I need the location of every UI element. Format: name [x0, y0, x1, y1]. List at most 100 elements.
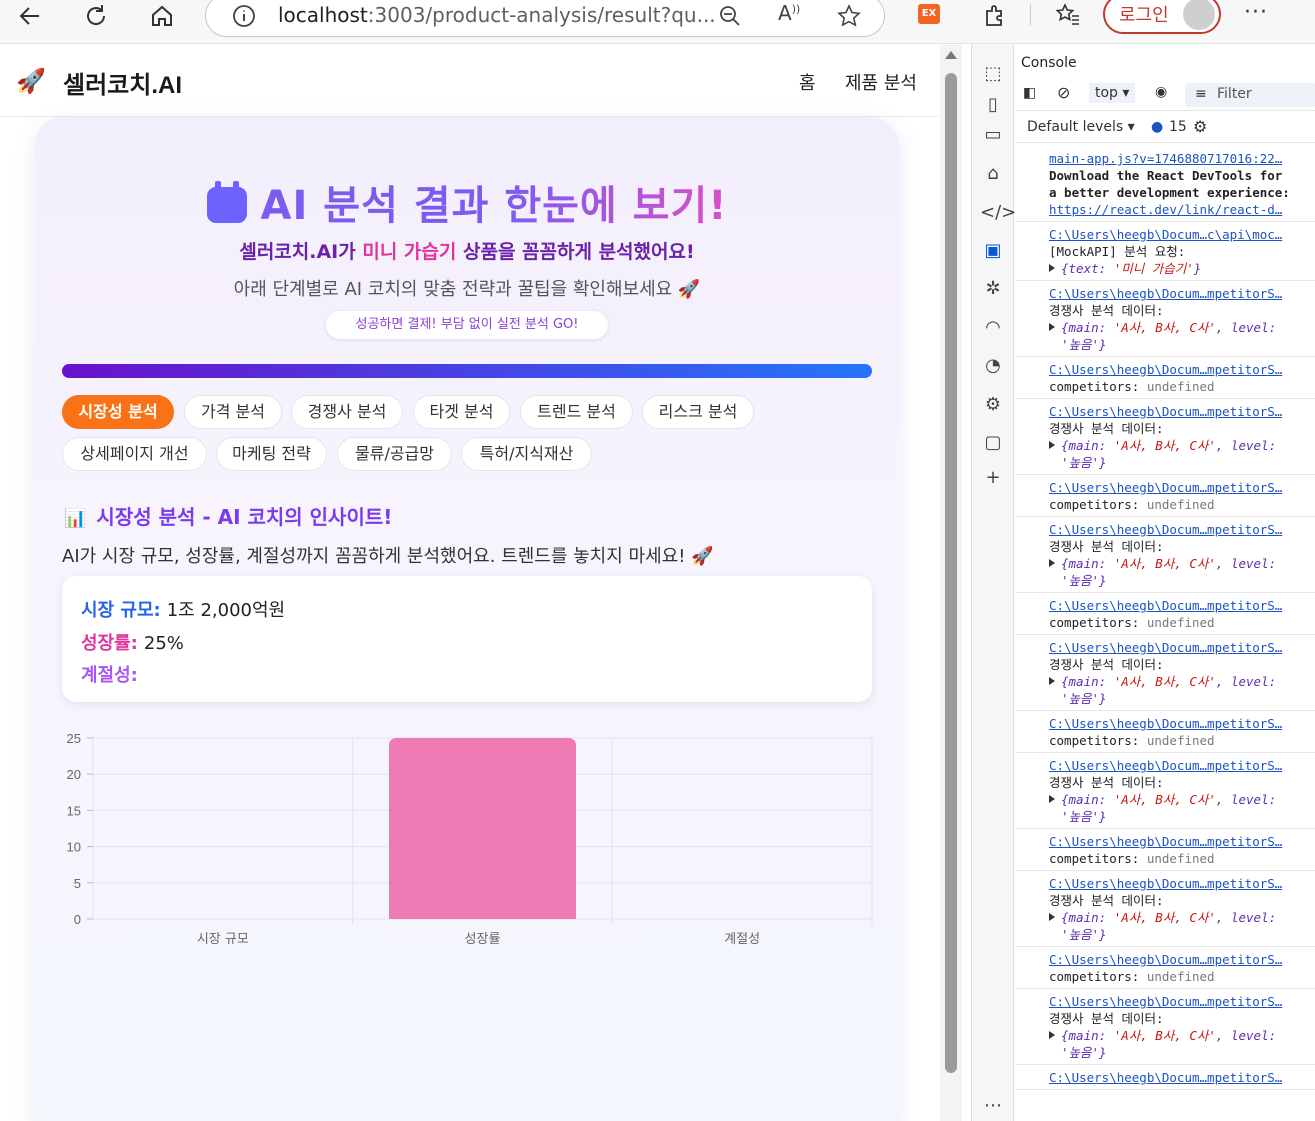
section-title: 📊 시장성 분석 - AI 코치의 인사이트! — [64, 505, 393, 529]
more-menu-icon[interactable]: ··· — [1244, 0, 1268, 25]
nav-home[interactable]: 홈 — [799, 69, 816, 95]
back-button[interactable] — [12, 0, 48, 32]
console-title[interactable]: Console — [1021, 55, 1077, 71]
tab-marketing[interactable]: 마케팅 전략 — [216, 437, 327, 471]
log-source-link[interactable]: C:\Users\heegb\Docum…mpetitorS… — [1049, 521, 1294, 538]
tab-market[interactable]: 시장성 분석 — [62, 395, 174, 429]
performance-gauge-icon[interactable]: ◔ — [980, 353, 1006, 379]
log-source-link[interactable]: C:\Users\heegb\Docum…mpetitorS… — [1049, 951, 1294, 968]
log-object-expander[interactable]: {main: 'A사, B사, C사', level: '높음'} — [1049, 909, 1294, 943]
browser-toolbar: localhost:3003/product-analysis/result?q… — [0, 0, 1315, 44]
log-source-link[interactable]: C:\Users\heegb\Docum…mpetitorS… — [1049, 285, 1294, 302]
home-button[interactable] — [144, 0, 180, 32]
log-source-link[interactable]: C:\Users\heegb\Docum…mpetitorS… — [1049, 403, 1294, 420]
extension-ex-icon[interactable]: EX — [918, 4, 940, 24]
market-info-box: 시장 규모: 1조 2,000억원 성장률: 25% 계절성: — [62, 576, 872, 702]
log-source-link[interactable]: C:\Users\heegb\Docum…mpetitorS… — [1049, 639, 1294, 656]
tab-risk[interactable]: 리스크 분석 — [642, 395, 754, 429]
tab-trend[interactable]: 트렌드 분석 — [520, 395, 633, 429]
add-panel-icon[interactable]: + — [980, 465, 1006, 491]
log-object-expander[interactable]: {text: '미니 가습기'} — [1049, 260, 1294, 277]
sources-code-icon[interactable]: </> — [980, 200, 1016, 226]
log-source-link[interactable]: C:\Users\heegb\Docum…mpetitorS… — [1049, 715, 1294, 732]
clear-console-icon[interactable]: ⊘ — [1057, 83, 1070, 102]
sidebar-toggle-icon[interactable]: ◧ — [1023, 85, 1036, 101]
log-source-link[interactable]: C:\Users\heegb\Docum…mpetitorS… — [1049, 757, 1294, 774]
log-source-link[interactable]: C:\Users\heegb\Docum…mpetitorS… — [1049, 479, 1294, 496]
read-aloud-icon[interactable]: A)) — [778, 1, 800, 25]
console-settings-icon[interactable]: ⚙ — [1193, 117, 1207, 136]
robot-icon — [206, 181, 247, 223]
scroll-up-arrow-icon[interactable] — [945, 51, 957, 59]
extensions-puzzle-icon[interactable] — [982, 2, 1008, 28]
log-object-expander[interactable]: {main: 'A사, B사, C사', level: '높음'} — [1049, 555, 1294, 589]
context-select[interactable]: top ▾ — [1089, 83, 1136, 103]
tab-patent[interactable]: 특허/지식재산 — [461, 437, 592, 471]
log-source-link[interactable]: C:\Users\heegb\Docum…c\api\moc… — [1049, 226, 1294, 243]
login-profile-button[interactable]: 로그인 — [1103, 0, 1221, 34]
filter-input[interactable]: ≡ Filter — [1185, 83, 1315, 107]
page-scrollbar[interactable] — [940, 45, 962, 1121]
console-log-entry: C:\Users\heegb\Docum…mpetitorS… 경쟁사 분석 데이… — [1015, 753, 1315, 829]
devtools-rail: ⬚ ▯ ▭ ⌂ </> ▣ ✲ ◠ ◔ ⚙ ▢ + ⋯ — [972, 45, 1016, 1121]
network-wifi-icon[interactable]: ◠ — [980, 315, 1006, 341]
progress-bar — [62, 364, 872, 378]
application-window-icon[interactable]: ▢ — [980, 430, 1006, 456]
log-link[interactable]: https://react.dev/link/react-d… — [1049, 201, 1294, 218]
tab-price[interactable]: 가격 분석 — [184, 395, 282, 429]
tab-logistics[interactable]: 물류/공급망 — [337, 437, 452, 471]
favorites-list-icon[interactable] — [1055, 2, 1081, 28]
more-tools-icon[interactable]: ⋯ — [980, 1093, 1006, 1119]
log-source-link[interactable]: C:\Users\heegb\Docum…mpetitorS… — [1049, 1069, 1294, 1086]
rocket-logo-icon: 🚀 — [16, 67, 46, 95]
brand-name[interactable]: 셀러코치.AI — [63, 65, 182, 100]
welcome-home-icon[interactable]: ⌂ — [980, 161, 1006, 187]
tab-competitor[interactable]: 경쟁사 분석 — [291, 395, 403, 429]
console-log-entry: C:\Users\heegb\Docum…mpetitorS… — [1015, 1065, 1315, 1090]
devtools-panel: ⬚ ▯ ▭ ⌂ </> ▣ ✲ ◠ ◔ ⚙ ▢ + ⋯ Console ◧ ⊘ … — [971, 45, 1315, 1121]
levels-select[interactable]: Default levels ▾ — [1027, 119, 1135, 135]
scroll-thumb[interactable] — [945, 73, 957, 1073]
hero-description: 아래 단계별로 AI 코치의 맞춤 전략과 꿀팁을 확인해보세요 🚀 — [233, 279, 701, 300]
reload-button[interactable] — [78, 0, 114, 32]
debug-bug-icon[interactable]: ✲ — [980, 276, 1006, 302]
log-undefined-value: undefined — [1146, 969, 1215, 984]
log-object-expander[interactable]: {main: 'A사, B사, C사', level: '높음'} — [1049, 319, 1294, 353]
log-object-expander[interactable]: {main: 'A사, B사, C사', level: '높음'} — [1049, 437, 1294, 471]
nav-product-analysis[interactable]: 제품 분석 — [845, 69, 917, 95]
chart-ytick-label: 25 — [67, 731, 81, 746]
elements-panel-icon[interactable]: ▭ — [980, 122, 1006, 148]
tab-target[interactable]: 타겟 분석 — [413, 395, 510, 429]
settings-gear-icon[interactable]: ⚙ — [980, 392, 1006, 418]
live-expression-eye-icon[interactable]: ◉ — [1155, 84, 1167, 100]
log-source-link[interactable]: main-app.js?v=1746880717016:22… — [1049, 150, 1294, 167]
hero-title: AI 분석 결과 한눈에 보기! — [35, 173, 899, 231]
tab-detail-page[interactable]: 상세페이지 개선 — [62, 437, 207, 471]
console-log-entry: C:\Users\heegb\Docum…mpetitorS… competito… — [1015, 947, 1315, 989]
url-text: localhost:3003/product-analysis/result?q… — [278, 3, 716, 27]
log-message: 경쟁사 분석 데이터: — [1049, 539, 1164, 554]
zoom-out-icon[interactable] — [718, 4, 742, 28]
address-bar[interactable]: localhost:3003/product-analysis/result?q… — [205, 0, 885, 37]
log-object-expander[interactable]: {main: 'A사, B사, C사', level: '높음'} — [1049, 791, 1294, 825]
log-object-expander[interactable]: {main: 'A사, B사, C사', level: '높음'} — [1049, 1027, 1294, 1061]
favorite-star-icon[interactable] — [836, 3, 862, 29]
log-source-link[interactable]: C:\Users\heegb\Docum…mpetitorS… — [1049, 597, 1294, 614]
issues-count[interactable]: 15 — [1169, 119, 1187, 135]
log-source-link[interactable]: C:\Users\heegb\Docum…mpetitorS… — [1049, 361, 1294, 378]
log-message: competitors: — [1049, 379, 1140, 394]
log-object-expander[interactable]: {main: 'A사, B사, C사', level: '높음'} — [1049, 673, 1294, 707]
log-source-link[interactable]: C:\Users\heegb\Docum…mpetitorS… — [1049, 875, 1294, 892]
hero-subtitle: 셀러코치.AI가 미니 가습기 상품을 꼼꼼하게 분석했어요! — [239, 241, 695, 263]
console-panel-icon[interactable]: ▣ — [980, 238, 1006, 264]
log-message: competitors: — [1049, 851, 1140, 866]
log-undefined-value: undefined — [1146, 733, 1215, 748]
console-toolbar: ◧ ⊘ top ▾ ◉ ≡ Filter — [1015, 79, 1315, 111]
site-header: 🚀 셀러코치.AI 홈 제품 분석 — [0, 45, 940, 117]
log-source-link[interactable]: C:\Users\heegb\Docum…mpetitorS… — [1049, 833, 1294, 850]
inspect-icon[interactable]: ⬚ — [980, 61, 1006, 87]
device-toggle-icon[interactable]: ▯ — [980, 92, 1006, 118]
log-source-link[interactable]: C:\Users\heegb\Docum…mpetitorS… — [1049, 993, 1294, 1010]
issues-badge-icon[interactable]: ● — [1151, 119, 1163, 135]
log-message: Download the React DevTools for a better… — [1049, 168, 1290, 200]
